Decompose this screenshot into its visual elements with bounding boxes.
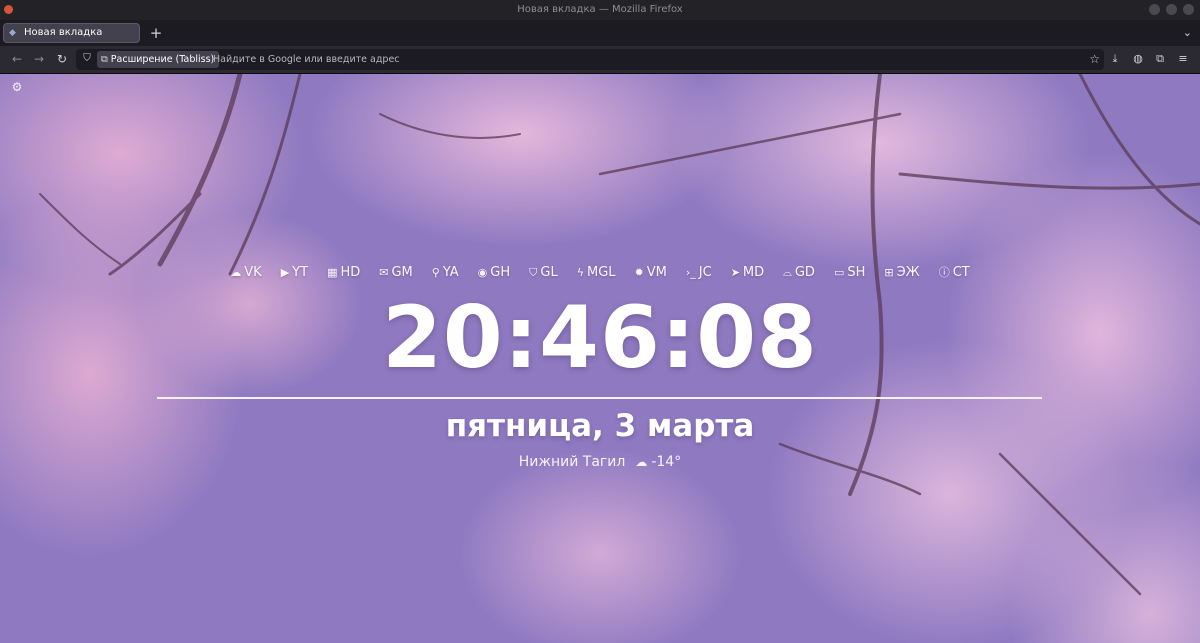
quick-link-gm[interactable]: ✉ GM xyxy=(379,263,413,283)
reload-button[interactable]: ↻ xyxy=(53,50,71,68)
window-title: Новая вкладка — Mozilla Firefox xyxy=(517,4,683,15)
quick-link-gh[interactable]: ◉ GH xyxy=(478,263,510,283)
quick-link-sh[interactable]: ▭ SH xyxy=(834,263,865,283)
quick-link-label: GH xyxy=(490,265,511,280)
quick-link-эж[interactable]: ⊞ ЭЖ xyxy=(884,263,919,283)
clipboard-icon: ▭ xyxy=(833,266,845,279)
github-icon: ◉ xyxy=(477,266,488,279)
quick-link-label: YT xyxy=(292,265,309,280)
hard-drive-icon: ⌓ xyxy=(783,266,792,279)
quick-link-gl[interactable]: ⛉ GL xyxy=(529,263,558,283)
tab-favicon-icon: ◆ xyxy=(9,28,16,38)
address-bar[interactable]: ⛉ ⧉ Расширение (Tabliss) Найдите в Google… xyxy=(76,49,1104,70)
list-all-tabs-icon[interactable]: ⌄ xyxy=(1183,23,1192,43)
quick-link-mgl[interactable]: ϟ MGL xyxy=(577,263,616,283)
quick-link-label: CT xyxy=(952,265,970,280)
quick-link-label: VK xyxy=(244,265,262,280)
quick-link-label: JC xyxy=(698,265,712,280)
navigation-icon: ➤ xyxy=(730,266,740,279)
settings-gear-icon[interactable]: ⚙ xyxy=(10,80,24,94)
firefox-icon xyxy=(4,5,13,14)
quick-link-label: SH xyxy=(847,265,866,280)
zap-icon: ϟ xyxy=(576,266,584,279)
info-icon: ⓘ xyxy=(938,266,950,279)
window-controls xyxy=(1149,4,1194,15)
bookmark-star-icon[interactable]: ☆ xyxy=(1089,49,1100,70)
cloud-icon: ☁ xyxy=(230,266,242,279)
quick-link-ct[interactable]: ⓘ CT xyxy=(939,263,970,283)
search-icon: ⚲ xyxy=(431,266,440,279)
tab-new-tab[interactable]: ◆ Новая вкладка xyxy=(3,23,140,43)
quick-link-vk[interactable]: ☁ VK xyxy=(230,263,261,283)
tab-title: Новая вкладка xyxy=(24,27,103,38)
tab-strip: ◆ Новая вкладка + ⌄ xyxy=(0,20,1200,46)
extension-identity-chip[interactable]: ⧉ Расширение (Tabliss) xyxy=(97,51,220,68)
quick-link-yt[interactable]: ▶ YT xyxy=(281,263,308,283)
cloud-icon: ☁ xyxy=(635,455,648,469)
quick-link-label: GM xyxy=(391,265,413,280)
quick-links-bar: ☁ VK ▶ YT ▦ HD ✉ GM ⚲ YA ◉ GH ⛉ GL ϟ MGL ✹ VM ›_ JC ➤ MD ⌓ GD ▭ S… xyxy=(0,263,1200,283)
quick-link-label: ЭЖ xyxy=(896,265,920,280)
new-tab-button[interactable]: + xyxy=(148,23,164,43)
cpu-icon: ✹ xyxy=(634,266,644,279)
back-button[interactable]: ← xyxy=(8,50,26,68)
quick-link-jc[interactable]: ›_ JC xyxy=(686,263,712,283)
mail-icon: ✉ xyxy=(379,266,389,279)
navigation-toolbar: ← → ↻ ⛉ ⧉ Расширение (Tabliss) Найдите в … xyxy=(0,46,1200,74)
quick-link-ya[interactable]: ⚲ YA xyxy=(432,263,459,283)
forward-button[interactable]: → xyxy=(30,50,48,68)
film-icon: ▦ xyxy=(327,266,338,279)
terminal-icon: ›_ xyxy=(685,266,696,279)
clock-divider xyxy=(157,397,1042,399)
menu-icon[interactable]: ≡ xyxy=(1174,50,1192,68)
weather-temperature: -14° xyxy=(651,454,682,470)
quick-link-label: GD xyxy=(794,265,815,280)
quick-link-md[interactable]: ➤ MD xyxy=(731,263,764,283)
close-window-button[interactable] xyxy=(1183,4,1194,15)
quick-link-hd[interactable]: ▦ HD xyxy=(327,263,360,283)
book-open-icon: ⊞ xyxy=(884,266,894,279)
downloads-icon[interactable]: ⤓ xyxy=(1106,50,1124,68)
quick-link-label: YA xyxy=(442,265,459,280)
current-date: пятница, 3 марта xyxy=(445,408,755,444)
extensions-icon[interactable]: ⧉ xyxy=(1151,50,1169,68)
gitlab-icon: ⛉ xyxy=(529,266,538,279)
weather-widget: Нижний Тагил ☁ -14° xyxy=(0,452,1200,472)
quick-link-label: VM xyxy=(646,265,667,280)
clock-time: 20:46:08 xyxy=(382,288,818,388)
quick-link-vm[interactable]: ✹ VM xyxy=(635,263,667,283)
shield-icon[interactable]: ⛉ xyxy=(80,52,94,66)
quick-link-label: HD xyxy=(340,265,361,280)
quick-link-label: MGL xyxy=(586,265,616,280)
youtube-icon: ▶ xyxy=(280,266,290,279)
new-tab-page: ⚙ ☁ VK ▶ YT ▦ HD ✉ GM ⚲ YA ◉ GH ⛉ GL ϟ MGL ✹ VM ›_ JC ➤ MD ⌓ GD… xyxy=(0,74,1200,643)
weather-city: Нижний Тагил xyxy=(518,454,626,470)
maximize-button[interactable] xyxy=(1166,4,1177,15)
quick-link-label: MD xyxy=(742,265,765,280)
extension-chip-label: Расширение (Tabliss) xyxy=(110,54,215,65)
quick-link-gd[interactable]: ⌓ GD xyxy=(783,263,815,283)
url-placeholder: Найдите в Google или введите адрес xyxy=(213,54,400,65)
window-titlebar: Новая вкладка — Mozilla Firefox xyxy=(0,0,1200,20)
minimize-button[interactable] xyxy=(1149,4,1160,15)
puzzle-icon: ⧉ xyxy=(101,54,108,65)
quick-link-label: GL xyxy=(540,265,558,280)
account-icon[interactable]: ◍ xyxy=(1129,50,1147,68)
